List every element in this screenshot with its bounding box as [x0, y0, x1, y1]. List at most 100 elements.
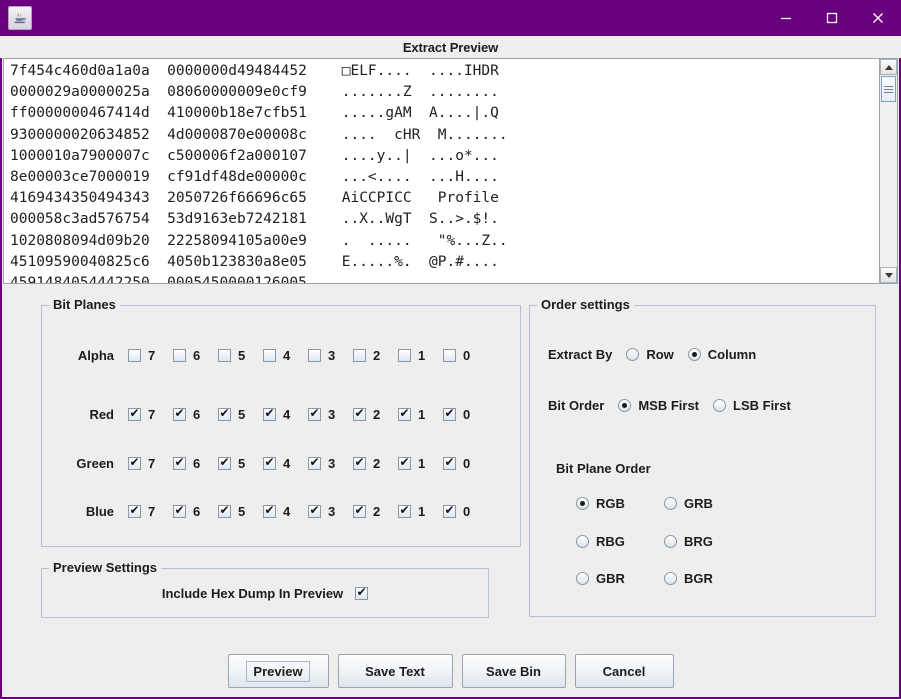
radio-bit-plane-order-bgr[interactable]: BGR	[664, 571, 713, 586]
radio-bit-plane-order-grb[interactable]: GRB	[664, 496, 713, 511]
window-close-button[interactable]	[855, 0, 901, 36]
radio-icon	[618, 399, 631, 412]
checkbox-red-bit-5[interactable]: ✔	[218, 408, 231, 421]
checkbox-blue-bit-7[interactable]: ✔	[128, 505, 141, 518]
checkbox-blue-bit-2[interactable]: ✔	[353, 505, 366, 518]
checkbox-red-bit-6[interactable]: ✔	[173, 408, 186, 421]
bit-order-label: Bit Order	[548, 398, 604, 413]
save-text-button[interactable]: Save Text	[338, 654, 453, 688]
radio-bit-order-msb[interactable]: MSB First	[618, 398, 699, 413]
checkbox-blue-bit-1[interactable]: ✔	[398, 505, 411, 518]
checkbox-blue-bit-6[interactable]: ✔	[173, 505, 186, 518]
check-icon: ✔	[129, 408, 139, 418]
checkbox-alpha-bit-0[interactable]	[443, 349, 456, 362]
radio-extract-by-column[interactable]: Column	[688, 347, 756, 362]
bit-plane-channel-label: Alpha	[42, 348, 128, 363]
window-minimize-button[interactable]	[763, 0, 809, 36]
checkbox-alpha-bit-3[interactable]	[308, 349, 321, 362]
bit-plane-cell-alpha-6: 6	[173, 348, 218, 363]
save-bin-button-label: Save Bin	[480, 662, 547, 681]
bit-planes-panel: Bit Planes Alpha76543210Red✔7✔6✔5✔4✔3✔2✔…	[41, 305, 521, 547]
checkbox-green-bit-0[interactable]: ✔	[443, 457, 456, 470]
window-maximize-button[interactable]	[809, 0, 855, 36]
checkbox-alpha-bit-5[interactable]	[218, 349, 231, 362]
preview-button[interactable]: Preview	[228, 654, 329, 688]
bit-order-row: Bit Order MSB First LSB First	[548, 398, 791, 413]
order-settings-legend: Order settings	[537, 297, 634, 312]
bit-plane-cell-alpha-0: 0	[443, 348, 488, 363]
radio-bit-plane-order-rbg[interactable]: RBG	[576, 534, 625, 549]
scrollbar-thumb[interactable]	[881, 76, 896, 102]
check-icon: ✔	[444, 408, 454, 418]
bit-plane-cell-green-3: ✔3	[308, 456, 353, 471]
checkbox-alpha-bit-1[interactable]	[398, 349, 411, 362]
bit-number-label: 2	[373, 407, 380, 422]
bit-number-label: 6	[193, 456, 200, 471]
checkbox-red-bit-3[interactable]: ✔	[308, 408, 321, 421]
hex-dump-line: 000058c3ad576754 53d9163eb7242181 ..X..W…	[10, 209, 879, 230]
radio-icon	[664, 497, 677, 510]
hex-dump-line: 9300000020634852 4d0000870e00008c .... c…	[10, 125, 879, 146]
bit-plane-cell-green-2: ✔2	[353, 456, 398, 471]
checkbox-alpha-bit-2[interactable]	[353, 349, 366, 362]
bit-plane-cell-alpha-4: 4	[263, 348, 308, 363]
bit-number-label: 7	[148, 504, 155, 519]
scroll-down-icon[interactable]	[880, 267, 897, 283]
radio-icon	[713, 399, 726, 412]
checkbox-green-bit-1[interactable]: ✔	[398, 457, 411, 470]
bit-plane-row-blue: Blue✔7✔6✔5✔4✔3✔2✔1✔0	[42, 501, 520, 521]
checkbox-blue-bit-4[interactable]: ✔	[263, 505, 276, 518]
checkbox-red-bit-4[interactable]: ✔	[263, 408, 276, 421]
checkbox-green-bit-3[interactable]: ✔	[308, 457, 321, 470]
radio-bit-order-lsb[interactable]: LSB First	[713, 398, 791, 413]
checkbox-alpha-bit-4[interactable]	[263, 349, 276, 362]
bit-plane-cell-red-3: ✔3	[308, 407, 353, 422]
radio-bit-plane-order-gbr[interactable]: GBR	[576, 571, 625, 586]
radio-extract-by-row[interactable]: Row	[626, 347, 673, 362]
checkbox-green-bit-4[interactable]: ✔	[263, 457, 276, 470]
hex-dump-line: 45109590040825c6 4050b123830a8e05 E.....…	[10, 252, 879, 273]
preview-button-label: Preview	[246, 661, 309, 682]
checkbox-red-bit-0[interactable]: ✔	[443, 408, 456, 421]
scroll-up-icon[interactable]	[880, 59, 897, 75]
checkbox-red-bit-1[interactable]: ✔	[398, 408, 411, 421]
save-text-button-label: Save Text	[359, 662, 431, 681]
radio-label: BRG	[684, 534, 713, 549]
checkbox-green-bit-2[interactable]: ✔	[353, 457, 366, 470]
checkbox-red-bit-2[interactable]: ✔	[353, 408, 366, 421]
cancel-button[interactable]: Cancel	[575, 654, 674, 688]
bit-plane-cell-blue-2: ✔2	[353, 504, 398, 519]
bit-plane-cell-alpha-7: 7	[128, 348, 173, 363]
hex-preview-scrollpane[interactable]: 7f454c460d0a1a0a 0000000d49484452 □ELF..…	[3, 58, 898, 284]
bit-number-label: 5	[238, 348, 245, 363]
java-coffee-cup-icon	[8, 6, 32, 30]
bit-plane-cell-red-2: ✔2	[353, 407, 398, 422]
bit-number-label: 1	[418, 407, 425, 422]
save-bin-button[interactable]: Save Bin	[462, 654, 566, 688]
checkbox-green-bit-6[interactable]: ✔	[173, 457, 186, 470]
radio-bit-plane-order-brg[interactable]: BRG	[664, 534, 713, 549]
hex-dump-line: 0000029a0000025a 08060000009e0cf9 ......…	[10, 82, 879, 103]
checkbox-green-bit-7[interactable]: ✔	[128, 457, 141, 470]
include-hex-dump-row[interactable]: Include Hex Dump In Preview ✔	[42, 569, 488, 617]
include-hex-dump-checkbox[interactable]: ✔	[355, 587, 368, 600]
extract-by-row: Extract By Row Column	[548, 347, 756, 362]
preview-settings-panel: Preview Settings Include Hex Dump In Pre…	[41, 568, 489, 618]
bit-number-label: 7	[148, 407, 155, 422]
bit-plane-cell-green-5: ✔5	[218, 456, 263, 471]
check-icon: ✔	[264, 408, 274, 418]
checkbox-blue-bit-5[interactable]: ✔	[218, 505, 231, 518]
checkbox-alpha-bit-6[interactable]	[173, 349, 186, 362]
radio-bit-plane-order-rgb[interactable]: RGB	[576, 496, 625, 511]
hex-preview-text[interactable]: 7f454c460d0a1a0a 0000000d49484452 □ELF..…	[4, 59, 879, 283]
checkbox-blue-bit-3[interactable]: ✔	[308, 505, 321, 518]
bit-number-label: 5	[238, 456, 245, 471]
bit-plane-cell-blue-3: ✔3	[308, 504, 353, 519]
checkbox-alpha-bit-7[interactable]	[128, 349, 141, 362]
checkbox-green-bit-5[interactable]: ✔	[218, 457, 231, 470]
hex-preview-scrollbar[interactable]	[879, 59, 897, 283]
bit-number-label: 3	[328, 407, 335, 422]
checkbox-blue-bit-0[interactable]: ✔	[443, 505, 456, 518]
checkbox-red-bit-7[interactable]: ✔	[128, 408, 141, 421]
radio-label: RBG	[596, 534, 625, 549]
